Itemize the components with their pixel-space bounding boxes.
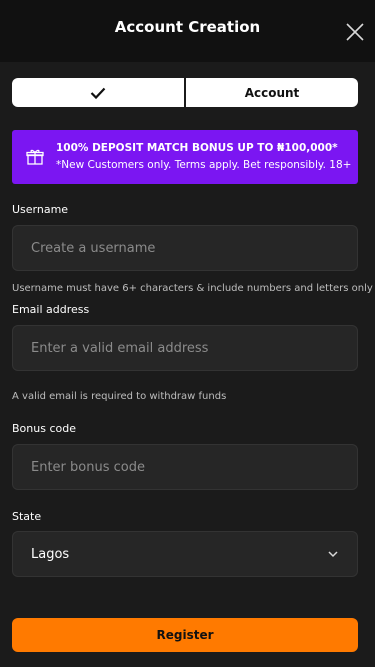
chevron-down-icon: [328, 551, 338, 558]
email-label: Email address: [12, 303, 90, 316]
bonus-code-field: [12, 444, 358, 490]
state-label: State: [12, 510, 42, 523]
email-input[interactable]: [13, 326, 357, 370]
check-icon: [90, 87, 106, 99]
register-button[interactable]: Register: [12, 618, 358, 652]
header: Account Creation: [0, 0, 375, 62]
page-title: Account Creation: [114, 18, 261, 36]
close-icon[interactable]: [345, 22, 365, 42]
promo-terms: *New Customers only. Terms apply. Bet re…: [56, 159, 352, 171]
state-selected-value: Lagos: [31, 546, 70, 562]
gift-icon: [26, 149, 44, 165]
state-select[interactable]: Lagos: [12, 531, 358, 577]
form-sheet: Account 100% DEPOSIT MATCH BONUS UP TO ₦…: [0, 62, 375, 667]
bonus-code-label: Bonus code: [12, 422, 76, 435]
step-tabs: Account: [12, 78, 358, 107]
promo-title: 100% DEPOSIT MATCH BONUS UP TO ₦100,000*: [56, 142, 338, 154]
username-label: Username: [12, 203, 69, 216]
email-hint: A valid email is required to withdraw fu…: [12, 391, 227, 402]
username-input[interactable]: [13, 226, 357, 270]
username-field: [12, 225, 358, 271]
tab-step-complete[interactable]: [12, 78, 184, 107]
promo-banner: 100% DEPOSIT MATCH BONUS UP TO ₦100,000*…: [12, 130, 358, 184]
account-creation-screen: Account Creation Account 100% DEPOSIT MA…: [0, 0, 375, 667]
tab-account[interactable]: Account: [186, 78, 358, 107]
username-hint: Username must have 6+ characters & inclu…: [12, 283, 373, 294]
email-field: [12, 325, 358, 371]
bonus-code-input[interactable]: [13, 445, 357, 489]
